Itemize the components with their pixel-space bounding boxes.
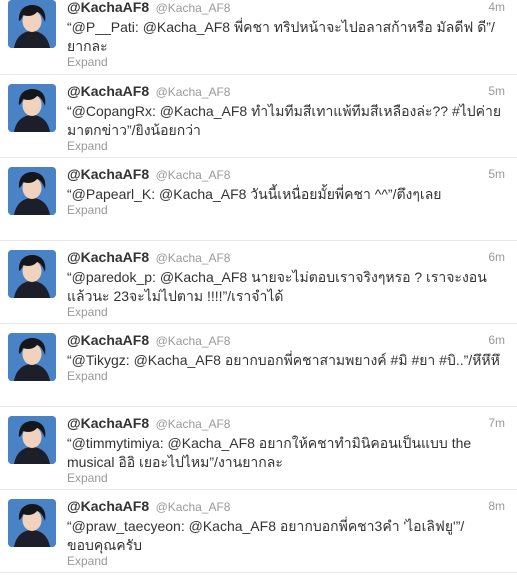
tweet-fullname[interactable]: @KachaAF8	[67, 0, 149, 15]
avatar-image	[8, 333, 56, 381]
tweet-fullname[interactable]: @KachaAF8	[67, 332, 149, 348]
avatar[interactable]	[8, 499, 56, 547]
tweet-text: “@praw_taecyeon: @Kacha_AF8 อยากบอกพี่คช…	[67, 518, 465, 553]
avatar[interactable]	[8, 0, 56, 48]
tweet[interactable]: @KachaAF8 @Kacha_AF8 8m “@praw_taecyeon:…	[0, 490, 517, 573]
tweet-username[interactable]: @Kacha_AF8	[156, 168, 231, 182]
tweet-text: “@timmytimiya: @Kacha_AF8 อยากให้คชาทำมิ…	[67, 435, 472, 470]
tweet-header: @KachaAF8 @Kacha_AF8 5m	[67, 166, 507, 184]
tweet-timestamp[interactable]: 6m	[488, 250, 505, 264]
tweet-header: @KachaAF8 @Kacha_AF8 7m	[67, 415, 507, 433]
tweet-username[interactable]: @Kacha_AF8	[156, 500, 231, 514]
tweet-header: @KachaAF8 @Kacha_AF8 8m	[67, 498, 507, 516]
tweet-username[interactable]: @Kacha_AF8	[156, 334, 231, 348]
tweet-fullname[interactable]: @KachaAF8	[67, 166, 149, 182]
tweet-username[interactable]: @Kacha_AF8	[156, 251, 231, 265]
tweet[interactable]: @KachaAF8 @Kacha_AF8 5m “@CopangRx: @Kac…	[0, 75, 517, 158]
tweet-header: @KachaAF8 @Kacha_AF8 6m	[67, 249, 507, 267]
expand-link[interactable]: Expand	[67, 55, 108, 69]
avatar[interactable]	[8, 84, 56, 132]
expand-link[interactable]: Expand	[67, 369, 108, 383]
tweet-header: @KachaAF8 @Kacha_AF8 4m	[67, 0, 507, 17]
tweet-header: @KachaAF8 @Kacha_AF8 6m	[67, 332, 507, 350]
tweet-timestamp[interactable]: 4m	[488, 0, 505, 14]
avatar[interactable]	[8, 333, 56, 381]
tweet-fullname[interactable]: @KachaAF8	[67, 415, 149, 431]
avatar-image	[8, 0, 56, 48]
tweet[interactable]: @KachaAF8 @Kacha_AF8 7m “@timmytimiya: @…	[0, 407, 517, 490]
tweet[interactable]: @KachaAF8 @Kacha_AF8 4m “@P__Pati: @Kach…	[0, 0, 517, 75]
expand-link[interactable]: Expand	[67, 554, 108, 568]
tweet-text: “@P__Pati: @Kacha_AF8 พี่คชา ทริปหน้าจะไ…	[67, 19, 495, 54]
avatar[interactable]	[8, 250, 56, 298]
tweet-username[interactable]: @Kacha_AF8	[156, 417, 231, 431]
tweet-text: “@CopangRx: @Kacha_AF8 ทำไมทีมสีเทาแพ้ที…	[67, 103, 502, 138]
tweet-text: “@Tikygz: @Kacha_AF8 อยากบอกพี่คชาสามพยา…	[67, 352, 500, 368]
avatar-image	[8, 499, 56, 547]
avatar[interactable]	[8, 416, 56, 464]
tweet[interactable]: @KachaAF8 @Kacha_AF8 6m “@paredok_p: @Ka…	[0, 241, 517, 324]
expand-link[interactable]: Expand	[67, 203, 108, 217]
tweet[interactable]: @KachaAF8 @Kacha_AF8 5m “@Papearl_K: @Ka…	[0, 158, 517, 241]
expand-link[interactable]: Expand	[67, 139, 108, 153]
avatar-image	[8, 84, 56, 132]
tweet-username[interactable]: @Kacha_AF8	[156, 85, 231, 99]
tweet-fullname[interactable]: @KachaAF8	[67, 498, 149, 514]
tweet-timestamp[interactable]: 5m	[488, 167, 505, 181]
tweet[interactable]: @KachaAF8 @Kacha_AF8 6m “@Tikygz: @Kacha…	[0, 324, 517, 407]
tweet-text: “@paredok_p: @Kacha_AF8 นายจะไม่ตอบเราจร…	[67, 269, 487, 304]
tweet-fullname[interactable]: @KachaAF8	[67, 83, 149, 99]
tweet-timestamp[interactable]: 8m	[488, 499, 505, 513]
avatar-image	[8, 250, 56, 298]
expand-link[interactable]: Expand	[67, 471, 108, 485]
tweet-text: “@Papearl_K: @Kacha_AF8 วันนี้เหนื่อยมั้…	[67, 186, 442, 202]
tweet-timestamp[interactable]: 5m	[488, 84, 505, 98]
tweet-header: @KachaAF8 @Kacha_AF8 5m	[67, 83, 507, 101]
expand-link[interactable]: Expand	[67, 305, 108, 319]
tweet-timestamp[interactable]: 6m	[488, 333, 505, 347]
tweet-timestamp[interactable]: 7m	[488, 416, 505, 430]
tweet-username[interactable]: @Kacha_AF8	[156, 1, 231, 15]
avatar[interactable]	[8, 167, 56, 215]
avatar-image	[8, 167, 56, 215]
tweet-timeline: @KachaAF8 @Kacha_AF8 4m “@P__Pati: @Kach…	[0, 0, 517, 573]
avatar-image	[8, 416, 56, 464]
tweet-fullname[interactable]: @KachaAF8	[67, 249, 149, 265]
